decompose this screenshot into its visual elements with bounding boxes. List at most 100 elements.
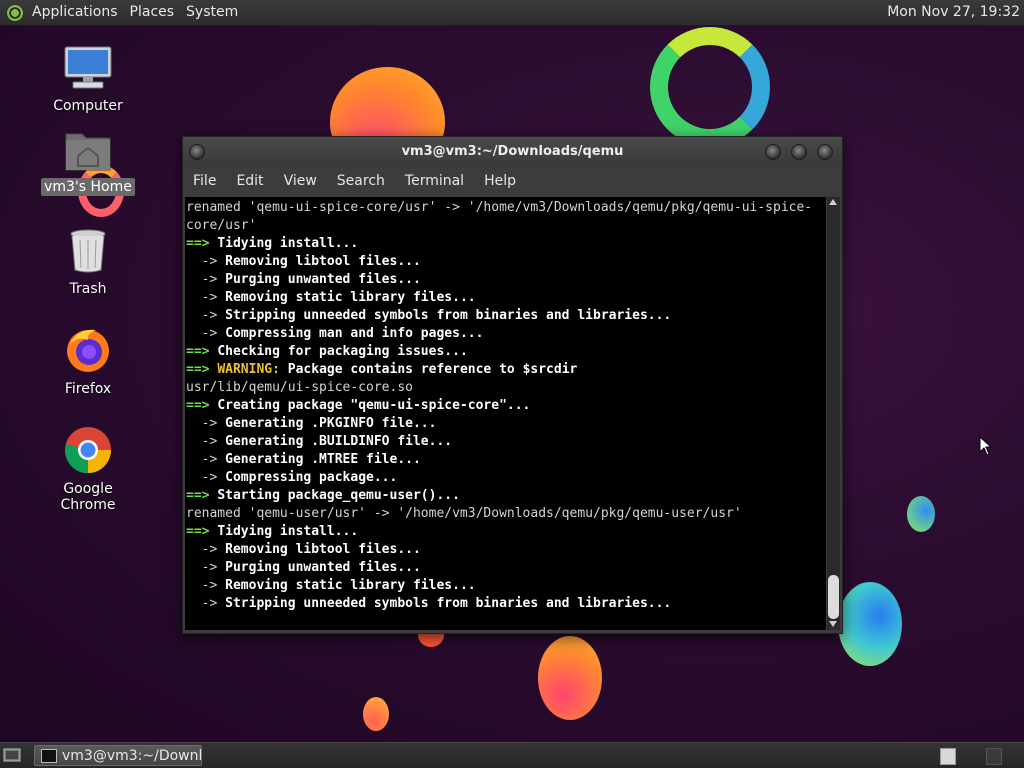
scroll-up-arrow-icon[interactable] [829,199,837,205]
terminal-line: ==> Tidying install... [186,523,826,541]
terminal-icon [41,748,57,763]
desktop-icon-chrome[interactable]: Google Chrome [33,426,143,514]
wallpaper-blob-orange-bottom [538,636,602,720]
trash-icon [70,229,106,273]
wallpaper-blob-small-orange [363,697,389,731]
terminal-text-span: Purging unwanted files... [225,272,421,287]
terminal-text-span: Removing libtool files... [225,542,421,557]
terminal-text-span: ==> [186,362,218,377]
terminal-text-span: ==> [186,398,218,413]
terminal-line: -> Generating .BUILDINFO file... [186,433,826,451]
top-panel: Applications Places System Mon Nov 27, 1… [0,0,1024,26]
terminal-text: renamed 'qemu-ui-spice-core/usr' -> '/ho… [185,197,826,613]
terminal-text-span: -> [186,416,226,431]
system-menu[interactable]: System [180,0,244,25]
window-title: vm3@vm3:~/Downloads/qemu [401,144,624,159]
terminal-line: -> Generating .PKGINFO file... [186,415,826,433]
terminal-text-span: -> [186,254,226,269]
menu-file[interactable]: File [183,167,226,195]
chrome-icon [65,427,111,474]
wallpaper-blob-small-blue [907,496,935,532]
terminal-line: -> Compressing man and info pages... [186,325,826,343]
close-button[interactable] [817,144,833,160]
firefox-icon [67,329,109,372]
terminal-text-span: Generating .PKGINFO file... [225,416,437,431]
terminal-text-span: usr/lib/qemu/ui-spice-core.so [186,380,413,395]
terminal-text-span: Removing static library files... [225,578,476,593]
terminal-text-span: -> [186,272,226,287]
terminal-text-span: -> [186,596,226,611]
terminal-text-span: ==> [186,236,218,251]
terminal-line: renamed 'qemu-user/usr' -> '/home/vm3/Do… [186,505,826,523]
mouse-pointer-icon [979,436,993,456]
desktop-icon-firefox[interactable]: Firefox [33,326,143,398]
scrollbar-thumb[interactable] [828,575,839,619]
terminal-line: -> Compressing package... [186,469,826,487]
terminal-line: -> Removing libtool files... [186,253,826,271]
scroll-down-arrow-icon[interactable] [829,621,837,627]
terminal-scrollbar[interactable] [827,197,840,630]
terminal-window[interactable]: vm3@vm3:~/Downloads/qemu File Edit View … [182,136,843,634]
terminal-line: ==> Checking for packaging issues... [186,343,826,361]
terminal-line: -> Removing libtool files... [186,541,826,559]
desktop-icon-label: vm3's Home [41,178,135,196]
workspace-switcher-2[interactable] [986,748,1002,765]
workspace-switcher-1[interactable] [940,748,956,765]
terminal-line: renamed 'qemu-ui-spice-core/usr' -> '/ho… [186,199,826,217]
bottom-panel: vm3@vm3:~/Downl... [0,742,1024,768]
terminal-text-span: -> [186,542,226,557]
terminal-menubar: File Edit View Search Terminal Help [183,167,842,195]
desktop-icon-label: Firefox [64,381,112,397]
menu-help[interactable]: Help [474,167,526,195]
terminal-output[interactable]: renamed 'qemu-ui-spice-core/usr' -> '/ho… [185,197,826,630]
mate-logo-icon[interactable] [6,3,24,22]
menu-terminal[interactable]: Terminal [395,167,474,195]
terminal-text-span: Stripping unneeded symbols from binaries… [225,596,672,611]
taskbar-terminal-button[interactable]: vm3@vm3:~/Downl... [34,745,202,766]
terminal-line: -> Generating .MTREE file... [186,451,826,469]
window-titlebar[interactable]: vm3@vm3:~/Downloads/qemu [183,137,842,167]
terminal-text-span: Removing libtool files... [225,254,421,269]
menu-edit[interactable]: Edit [226,167,273,195]
clock[interactable]: Mon Nov 27, 19:32 [887,0,1020,25]
terminal-text-span: renamed 'qemu-user/usr' -> '/home/vm3/Do… [186,506,742,521]
desktop-icon-label: Google Chrome [60,481,116,513]
menu-search[interactable]: Search [327,167,395,195]
terminal-text-span: ==> [186,488,218,503]
terminal-text-span: Purging unwanted files... [225,560,421,575]
terminal-text-span: -> [186,326,226,341]
terminal-text-span: ==> [186,344,218,359]
terminal-text-span: WARNING: [217,362,280,377]
desktop-icon-label: Computer [53,98,123,114]
terminal-line: ==> Tidying install... [186,235,826,253]
terminal-line: ==> Starting package_qemu-user()... [186,487,826,505]
desktop-icon-label: Trash [69,281,107,297]
wallpaper-blob-blue [838,582,902,666]
terminal-text-span: -> [186,470,226,485]
minimize-button[interactable] [765,144,781,160]
desktop-icon-trash[interactable]: Trash [33,228,143,298]
terminal-line: core/usr' [186,217,826,235]
terminal-line: usr/lib/qemu/ui-spice-core.so [186,379,826,397]
terminal-text-span: Generating .MTREE file... [225,452,421,467]
computer-icon [64,46,112,89]
maximize-button[interactable] [791,144,807,160]
taskbar-button-label: vm3@vm3:~/Downl... [62,747,202,764]
terminal-text-span: core/usr' [186,218,257,233]
terminal-text-span: Tidying install... [217,524,359,539]
home-folder-icon [65,133,111,171]
terminal-text-span: -> [186,452,226,467]
menu-view[interactable]: View [274,167,327,195]
desktop-icon-computer[interactable]: Computer [33,45,143,115]
desktop-icon-home[interactable]: vm3's Home [33,128,143,196]
terminal-line: ==> WARNING: Package contains reference … [186,361,826,379]
terminal-text-span: Package contains reference to $srcdir [279,362,578,377]
terminal-text-span: Creating package "qemu-ui-spice-core"... [217,398,531,413]
show-desktop-icon[interactable] [3,747,21,763]
terminal-text-span: renamed 'qemu-ui-spice-core/usr' -> '/ho… [186,200,813,215]
places-menu[interactable]: Places [124,0,181,25]
terminal-text-span: Tidying install... [217,236,359,251]
terminal-text-span: Starting package_qemu-user()... [217,488,460,503]
applications-menu[interactable]: Applications [26,0,124,25]
terminal-text-span: Removing static library files... [225,290,476,305]
